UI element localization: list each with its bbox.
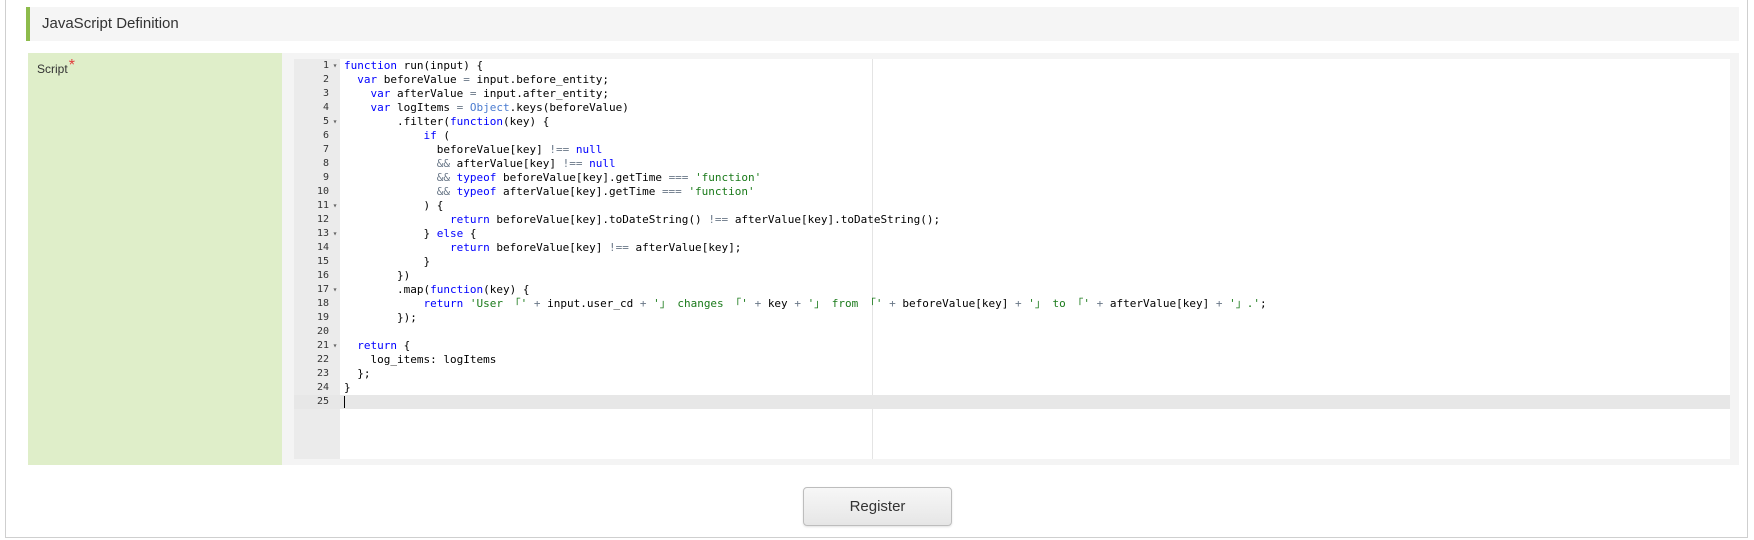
- line-number: 20: [316, 326, 329, 337]
- script-label-cell: Script*: [28, 53, 282, 465]
- line-number: 4: [322, 102, 329, 113]
- code-line[interactable]: 10 && typeof afterValue[key].getTime ===…: [294, 185, 1730, 199]
- code-line[interactable]: 20: [294, 325, 1730, 339]
- required-mark: *: [68, 57, 75, 74]
- code-line[interactable]: 23 };: [294, 367, 1730, 381]
- code-line[interactable]: 14 return beforeValue[key] !== afterValu…: [294, 241, 1730, 255]
- code-line[interactable]: 22 log_items: logItems: [294, 353, 1730, 367]
- code-line[interactable]: 12 return beforeValue[key].toDateString(…: [294, 213, 1730, 227]
- code-text: && typeof beforeValue[key].getTime === '…: [436, 171, 762, 184]
- code-lines[interactable]: 1 ▾ function run(input) {2 var beforeValue…: [294, 59, 1730, 409]
- code-text: }: [344, 255, 431, 268]
- line-number: 19: [316, 312, 329, 323]
- section-header: JavaScript Definition: [26, 7, 1739, 41]
- line-number: 17: [316, 284, 329, 295]
- code-line[interactable]: 16 }): [294, 269, 1730, 283]
- text-cursor: [344, 396, 345, 408]
- line-number: 25: [316, 396, 329, 407]
- code-text: return {: [357, 339, 411, 352]
- code-text: && afterValue[key] !== null: [436, 157, 616, 170]
- code-line[interactable]: 7 beforeValue[key] !== null: [294, 143, 1730, 157]
- line-number: 7: [322, 144, 329, 155]
- code-text: if (: [423, 129, 450, 142]
- line-number: 18: [316, 298, 329, 309]
- code-text: ) {: [344, 199, 444, 212]
- code-line[interactable]: 19 });: [294, 311, 1730, 325]
- form-panel: JavaScript Definition Script* 1 ▾ function…: [5, 0, 1748, 538]
- line-number: 13: [316, 228, 329, 239]
- script-label-text: Script: [37, 62, 68, 76]
- code-text: return 'User 「' + input.user_cd + '」 cha…: [423, 297, 1267, 310]
- code-text: && typeof afterValue[key].getTime === 'f…: [436, 185, 755, 198]
- code-text: function run(input) {: [344, 59, 484, 72]
- line-number: 9: [322, 172, 329, 183]
- code-text: .map(function(key) {: [344, 283, 530, 296]
- code-text: }: [344, 381, 351, 394]
- code-text: return beforeValue[key] !== afterValue[k…: [449, 241, 742, 254]
- code-text: } else {: [344, 227, 477, 240]
- line-number: 15: [316, 256, 329, 267]
- fold-toggle-icon[interactable]: ▾: [331, 115, 339, 129]
- code-text: var beforeValue = input.before_entity;: [357, 73, 609, 86]
- code-line[interactable]: 9 && typeof beforeValue[key].getTime ===…: [294, 171, 1730, 185]
- line-number: 3: [322, 88, 329, 99]
- line-number: 6: [322, 130, 329, 141]
- code-line[interactable]: 1 ▾ function run(input) {: [294, 59, 1730, 73]
- fold-toggle-icon[interactable]: ▾: [331, 283, 339, 297]
- code-line[interactable]: 11 ▾ ) {: [294, 199, 1730, 213]
- code-line[interactable]: 21 ▾ return {: [294, 339, 1730, 353]
- register-button[interactable]: Register: [803, 487, 952, 526]
- code-line[interactable]: 5 ▾ .filter(function(key) {: [294, 115, 1730, 129]
- fold-toggle-icon[interactable]: ▾: [331, 227, 339, 241]
- script-label: Script*: [37, 57, 75, 78]
- line-number: 12: [316, 214, 329, 225]
- line-number: 23: [316, 368, 329, 379]
- fold-toggle-icon[interactable]: ▾: [331, 59, 339, 73]
- code-line[interactable]: 13 ▾ } else {: [294, 227, 1730, 241]
- line-number: 1: [322, 60, 329, 71]
- code-text: return beforeValue[key].toDateString() !…: [449, 213, 941, 226]
- code-text: var afterValue = input.after_entity;: [370, 87, 609, 100]
- section-title: JavaScript Definition: [42, 15, 179, 32]
- code-line[interactable]: 8 && afterValue[key] !== null: [294, 157, 1730, 171]
- code-text: var logItems = Object.keys(beforeValue): [370, 101, 629, 114]
- line-number: 16: [316, 270, 329, 281]
- code-text: }): [344, 269, 411, 282]
- code-text: [344, 395, 345, 409]
- line-number: 2: [322, 74, 329, 85]
- line-number: 21: [316, 340, 329, 351]
- line-number: 22: [316, 354, 329, 365]
- code-line[interactable]: 2 var beforeValue = input.before_entity;: [294, 73, 1730, 87]
- line-number: 24: [316, 382, 329, 393]
- code-text: beforeValue[key] !== null: [436, 143, 603, 156]
- line-number: 5: [322, 116, 329, 127]
- code-line[interactable]: 3 var afterValue = input.after_entity;: [294, 87, 1730, 101]
- line-number: 8: [322, 158, 329, 169]
- code-text: };: [344, 367, 371, 380]
- code-text: log_items: logItems: [370, 353, 497, 366]
- fold-toggle-icon[interactable]: ▾: [331, 199, 339, 213]
- line-number: 14: [316, 242, 329, 253]
- code-line[interactable]: 24}: [294, 381, 1730, 395]
- code-text: });: [344, 311, 417, 324]
- script-form-row: Script* 1 ▾ function run(input) {2 var bef…: [28, 53, 1739, 465]
- line-number: 11: [316, 200, 329, 211]
- line-number: 10: [316, 186, 329, 197]
- code-line[interactable]: 18 return 'User 「' + input.user_cd + '」 …: [294, 297, 1730, 311]
- fold-toggle-icon[interactable]: ▾: [331, 339, 339, 353]
- code-line[interactable]: 17 ▾ .map(function(key) {: [294, 283, 1730, 297]
- code-line[interactable]: 6 if (: [294, 129, 1730, 143]
- code-line[interactable]: 15 }: [294, 255, 1730, 269]
- code-line[interactable]: 4 var logItems = Object.keys(beforeValue…: [294, 101, 1730, 115]
- code-editor[interactable]: 1 ▾ function run(input) {2 var beforeValue…: [294, 59, 1730, 459]
- code-line[interactable]: 25: [294, 395, 1730, 409]
- code-text: .filter(function(key) {: [344, 115, 550, 128]
